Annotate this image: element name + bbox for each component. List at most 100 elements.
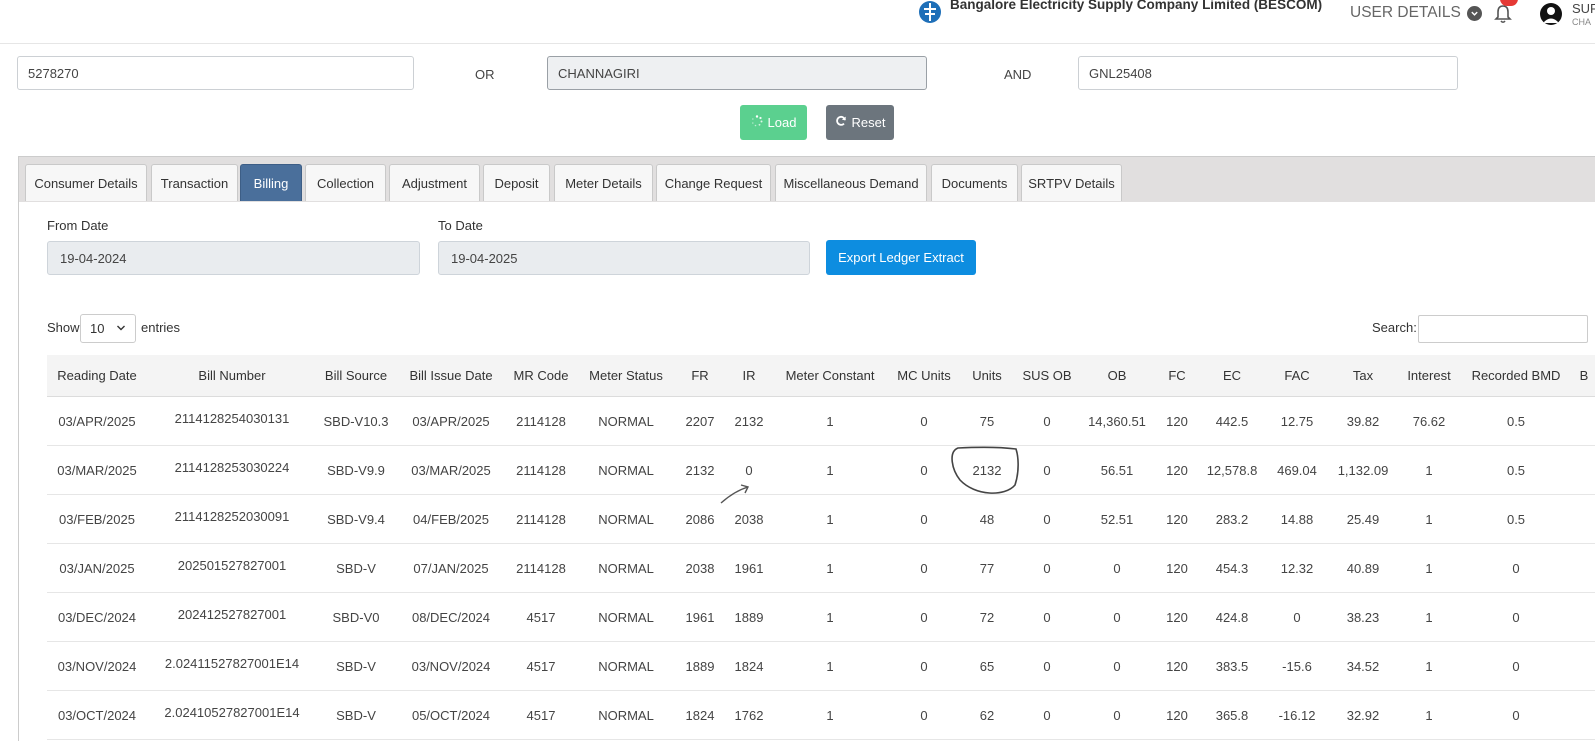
column-header-fr[interactable]: FR	[691, 355, 708, 397]
cell-ob: 14,360.51	[1088, 414, 1146, 429]
cell-reading-date: 03/NOV/2024	[57, 659, 137, 674]
table-row: 03/NOV/2024 2.02411527827001E14 SBD-V 03/NO…	[47, 642, 1595, 691]
cell-tax: 39.82	[1346, 414, 1380, 429]
rr-number-value: GNL25408	[1089, 65, 1152, 81]
cell-mr-code: 2114128	[516, 463, 566, 478]
cell-units: 75	[979, 414, 995, 429]
from-date-field[interactable]: 19-04-2024	[47, 241, 420, 275]
tab-consumer-details[interactable]: Consumer Details	[25, 164, 147, 201]
tab-collection[interactable]: Collection	[305, 164, 386, 201]
to-date-label: To Date	[438, 218, 483, 233]
column-header-recorded-bmd[interactable]: Recorded BMD	[1472, 355, 1561, 397]
column-header-b[interactable]: B	[1580, 355, 1589, 397]
cell-units: 77	[979, 561, 995, 576]
cell-ir: 2132	[734, 414, 764, 429]
cell-ob: 56.51	[1100, 463, 1134, 478]
entries-select[interactable]: 10	[80, 314, 136, 343]
cell-fc: 120	[1166, 414, 1188, 429]
table-row: 03/MAR/2025 2114128253030224 SBD-V9.9 03/MA…	[47, 446, 1595, 495]
cell-recorded-bmd: 0.5	[1506, 414, 1526, 429]
cell-bill-issue-date: 03/MAR/2025	[411, 463, 491, 478]
cell-interest: 1	[1425, 610, 1433, 625]
from-date-label: From Date	[47, 218, 109, 233]
column-header-reading-date[interactable]: Reading Date	[57, 355, 137, 397]
cell-fc: 120	[1166, 610, 1188, 625]
cell-meter-status: NORMAL	[598, 659, 654, 674]
search-label: Search:	[1372, 320, 1417, 335]
cell-units: 65	[979, 659, 995, 674]
show-label: Show	[47, 320, 80, 335]
tab-miscellaneous-demand[interactable]: Miscellaneous Demand	[775, 164, 927, 201]
column-header-fc[interactable]: FC	[1168, 355, 1185, 397]
location-select[interactable]: CHANNAGIRI	[547, 56, 927, 90]
cell-ir: 1889	[734, 610, 764, 625]
cell-meter-constant: 1	[826, 512, 834, 527]
cell-sus-ob: 0	[1043, 414, 1051, 429]
table-search-input[interactable]	[1418, 315, 1588, 343]
rr-number-field[interactable]: GNL25408	[1078, 56, 1458, 90]
load-button[interactable]: Load	[740, 105, 807, 140]
chevron-down-icon	[116, 321, 126, 336]
cell-interest: 1	[1425, 561, 1433, 576]
column-header-interest[interactable]: Interest	[1407, 355, 1450, 397]
account-id-value: 5278270	[28, 65, 79, 81]
tab-srtpv-details[interactable]: SRTPV Details	[1021, 164, 1122, 201]
column-header-bill-issue-date[interactable]: Bill Issue Date	[409, 355, 492, 397]
column-header-fac[interactable]: FAC	[1284, 355, 1309, 397]
to-date-field[interactable]: 19-04-2025	[438, 241, 810, 275]
column-header-mr-code[interactable]: MR Code	[514, 355, 569, 397]
cell-meter-constant: 1	[826, 659, 834, 674]
cell-meter-constant: 1	[826, 463, 834, 478]
cell-fc: 120	[1166, 463, 1188, 478]
cell-mc-units: 0	[920, 561, 928, 576]
cell-ec: 442.5	[1215, 414, 1249, 429]
company-name: Bangalore Electricity Supply Company Lim…	[950, 0, 1323, 12]
column-header-meter-status[interactable]: Meter Status	[589, 355, 663, 397]
cell-tax: 1,132.09	[1337, 463, 1389, 478]
from-date-value: 19-04-2024	[60, 250, 127, 266]
cell-fac: 469.04	[1277, 463, 1317, 478]
table-row: 03/FEB/2025 2114128252030091 SBD-V9.4 04/FE…	[47, 495, 1595, 544]
tab-deposit[interactable]: Deposit	[483, 164, 550, 201]
user-details-label: USER DETAILS	[1350, 4, 1461, 21]
column-header-ob[interactable]: OB	[1108, 355, 1127, 397]
export-ledger-button[interactable]: Export Ledger Extract	[826, 240, 976, 275]
cell-fr: 1961	[685, 610, 715, 625]
cell-recorded-bmd: 0	[1512, 659, 1520, 674]
cell-ec: 12,578.8	[1206, 463, 1258, 478]
column-header-bill-source[interactable]: Bill Source	[325, 355, 387, 397]
bell-icon[interactable]	[1492, 3, 1514, 25]
reset-button[interactable]: Reset	[826, 105, 894, 140]
refresh-icon	[835, 115, 847, 130]
tab-documents[interactable]: Documents	[931, 164, 1018, 201]
cell-fac: -16.12	[1278, 708, 1316, 723]
column-header-ec[interactable]: EC	[1223, 355, 1241, 397]
column-header-units[interactable]: Units	[972, 355, 1002, 397]
account-id-field[interactable]: 5278270	[17, 56, 414, 90]
cell-interest: 1	[1425, 708, 1433, 723]
cell-bill-source: SBD-V9.4	[327, 512, 385, 527]
tab-billing[interactable]: Billing	[240, 164, 302, 201]
tab-adjustment[interactable]: Adjustment	[389, 164, 480, 201]
column-header-mc-units[interactable]: MC Units	[897, 355, 950, 397]
cell-meter-constant: 1	[826, 561, 834, 576]
cell-mr-code: 4517	[526, 659, 556, 674]
tab-transaction[interactable]: Transaction	[151, 164, 238, 201]
cell-mr-code: 2114128	[516, 561, 566, 576]
cell-meter-constant: 1	[826, 414, 834, 429]
column-header-ir[interactable]: IR	[743, 355, 756, 397]
user-avatar-icon[interactable]	[1540, 3, 1562, 25]
cell-ob: 0	[1113, 561, 1121, 576]
tab-meter-details[interactable]: Meter Details	[554, 164, 653, 201]
column-header-sus-ob[interactable]: SUS OB	[1022, 355, 1071, 397]
cell-meter-status: NORMAL	[598, 708, 654, 723]
column-header-tax[interactable]: Tax	[1353, 355, 1373, 397]
table-row: 03/OCT/2024 2.02410527827001E14 SBD-V 05/OC…	[47, 691, 1595, 740]
column-header-meter-constant[interactable]: Meter Constant	[786, 355, 875, 397]
cell-bill-number: 202412527827001	[177, 607, 287, 622]
cell-mc-units: 0	[920, 708, 928, 723]
cell-tax: 25.49	[1346, 512, 1380, 527]
user-details-menu[interactable]: USER DETAILS	[1350, 4, 1482, 22]
tab-change-request[interactable]: Change Request	[656, 164, 771, 201]
column-header-bill-number[interactable]: Bill Number	[198, 355, 265, 397]
